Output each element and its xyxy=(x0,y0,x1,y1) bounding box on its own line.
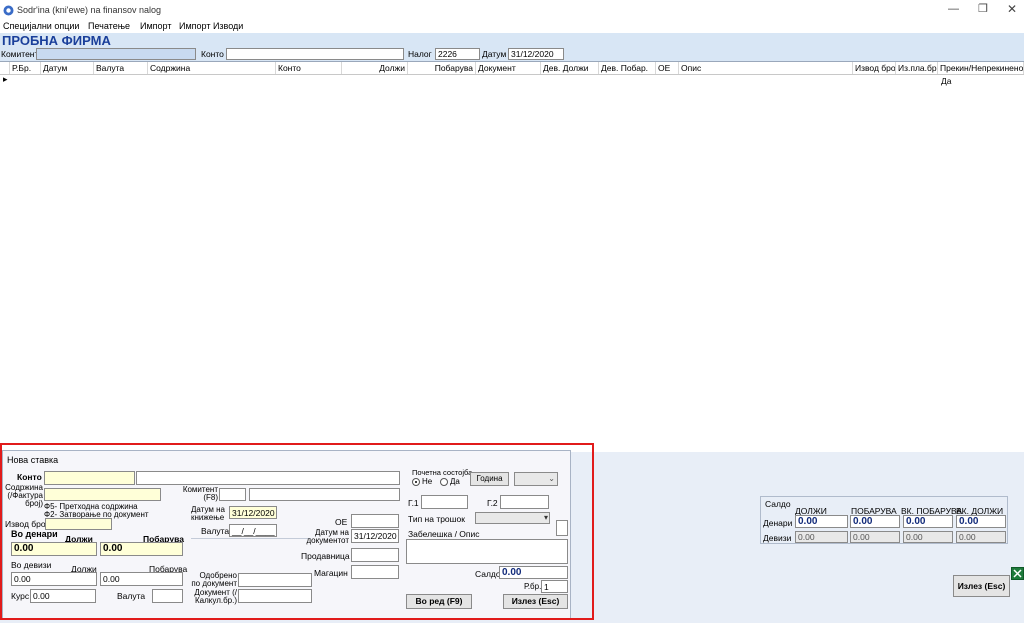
menu-bar: Специјални опции Печатење Импорт Импорт … xyxy=(0,21,1024,33)
title-bar: Sodr'ina (kni'ewe) na finansov nalog — ❐… xyxy=(0,0,1024,21)
close-icon[interactable]: ✕ xyxy=(1007,2,1017,16)
grid-col-rbr[interactable]: Р.Бр. xyxy=(10,62,41,74)
summary-devizi-label: Девизи xyxy=(763,533,792,543)
datum-input[interactable]: 31/12/2020 xyxy=(508,48,564,60)
summary-denari-vk-dolzi: 0.00 xyxy=(956,515,1006,528)
row-pointer-icon: ▸ xyxy=(3,74,8,84)
minimize-icon[interactable]: — xyxy=(948,3,959,15)
datum-label: Датум xyxy=(482,49,507,59)
row-prekin-value: Да xyxy=(941,76,952,86)
grid-col-datum[interactable]: Датум xyxy=(41,62,94,74)
filter-bar: Комитент Конто Налог 2226 Датум 31/12/20… xyxy=(0,47,1024,62)
summary-devizi-dolzi: 0.00 xyxy=(795,531,848,543)
excel-icon[interactable] xyxy=(1011,567,1024,580)
summary-panel: Салдо ДОЛЖИ ПОБАРУВА ВК. ПОБАРУВА ВК. ДО… xyxy=(760,496,1008,544)
summary-devizi-vk-dolzi: 0.00 xyxy=(956,531,1006,543)
summary-devizi-pobaruva: 0.00 xyxy=(850,531,900,543)
nalog-label: Налог xyxy=(408,49,432,59)
grid-col-dolzi[interactable]: Должи xyxy=(342,62,408,74)
menu-import-statements[interactable]: Импорт Изводи xyxy=(179,21,243,31)
summary-denari-dolzi: 0.00 xyxy=(795,515,848,528)
restore-icon[interactable]: ❐ xyxy=(978,2,988,15)
grid-col-dev-pobar[interactable]: Дев. Побар. xyxy=(599,62,656,74)
summary-denari-label: Денари xyxy=(763,518,793,528)
grid-col-soderzina[interactable]: Содржина xyxy=(148,62,276,74)
main-exit-button[interactable]: Излез (Esc) xyxy=(953,575,1010,597)
grid-col-oe[interactable]: ОЕ xyxy=(656,62,679,74)
konto-filter-label: Конто xyxy=(201,49,224,59)
summary-denari-pobaruva: 0.00 xyxy=(850,515,900,528)
konto-filter-input[interactable] xyxy=(226,48,404,60)
grid-col-opis[interactable]: Опис xyxy=(679,62,853,74)
summary-saldo-label: Салдо xyxy=(765,499,791,509)
grid-col-izpla[interactable]: Из.пла.бр. xyxy=(896,62,938,74)
menu-special-options[interactable]: Специјални опции xyxy=(3,21,79,31)
komitent-filter-input[interactable] xyxy=(36,48,196,60)
menu-import[interactable]: Импорт xyxy=(140,21,171,31)
firm-bar: ПРОБНА ФИРМА xyxy=(0,33,1024,48)
menu-print[interactable]: Печатење xyxy=(88,21,130,31)
grid-col-pobaruva[interactable]: Побарува xyxy=(408,62,476,74)
grid-col-dokument[interactable]: Документ xyxy=(476,62,541,74)
highlight-frame xyxy=(0,443,594,620)
grid-col-dev-dolzi[interactable]: Дев. Должи xyxy=(541,62,599,74)
grid-col-izvod[interactable]: Извод број xyxy=(853,62,896,74)
grid-header: Р.Бр. Датум Валута Содржина Конто Должи … xyxy=(0,62,1024,75)
summary-denari-vk-pobaruva: 0.00 xyxy=(903,515,953,528)
window-title: Sodr'ina (kni'ewe) na finansov nalog xyxy=(17,5,162,15)
summary-devizi-vk-pobaruva: 0.00 xyxy=(903,531,953,543)
grid-col-valuta[interactable]: Валута xyxy=(94,62,148,74)
app-icon xyxy=(3,5,14,16)
komitent-filter-label: Комитент xyxy=(1,49,39,59)
firm-name: ПРОБНА ФИРМА xyxy=(2,33,111,48)
table-row[interactable]: ▸ Да xyxy=(0,74,1024,86)
grid-col-konto[interactable]: Конто xyxy=(276,62,342,74)
nalog-input[interactable]: 2226 xyxy=(435,48,480,60)
grid-col-prekin[interactable]: Прекин/Непрекинено xyxy=(938,62,1024,74)
grid-col-marker xyxy=(0,62,10,74)
